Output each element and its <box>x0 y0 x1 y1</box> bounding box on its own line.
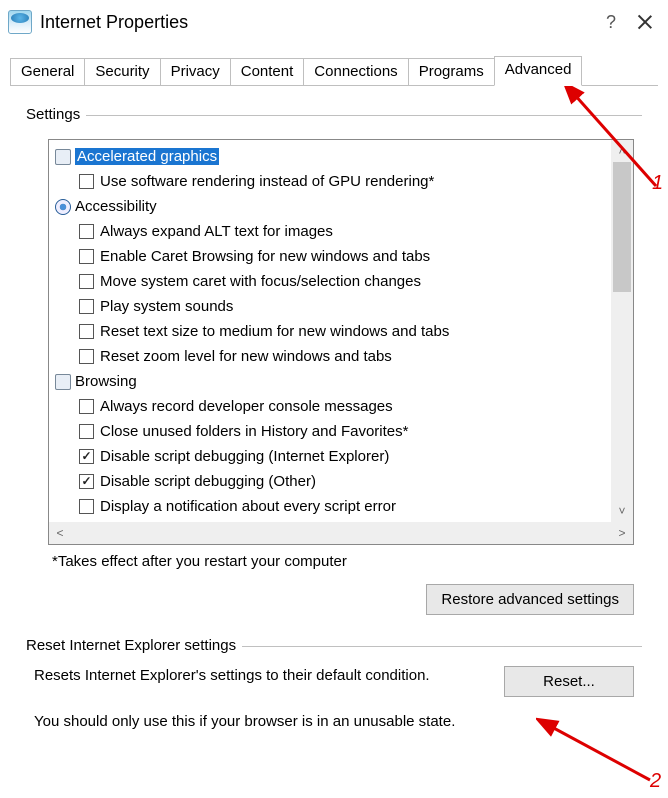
tree-item-label: Display a notification about every scrip… <box>100 498 396 515</box>
checkbox[interactable] <box>79 299 94 314</box>
category-icon <box>55 374 71 390</box>
tree-item[interactable]: Display a notification about every scrip… <box>53 494 611 519</box>
tree-category-label: Accessibility <box>75 198 157 215</box>
checkbox[interactable] <box>79 174 94 189</box>
settings-tree: Accelerated graphics Use software renderi… <box>48 139 634 545</box>
advanced-panel: Settings Accelerated graphics Use softwar… <box>0 86 668 730</box>
tab-general[interactable]: General <box>10 58 85 86</box>
reset-group: Reset Internet Explorer settings Resets … <box>26 637 642 730</box>
tab-strip: General Security Privacy Content Connect… <box>10 58 658 86</box>
tree-category[interactable]: Accelerated graphics <box>53 144 611 169</box>
vertical-scrollbar[interactable]: ˄ ˅ <box>611 140 633 522</box>
tree-item-label: Move system caret with focus/selection c… <box>100 273 421 290</box>
settings-group-label: Settings <box>26 106 86 123</box>
group-divider <box>86 115 642 116</box>
tree-item[interactable]: Always expand ALT text for images <box>53 219 611 244</box>
tab-privacy[interactable]: Privacy <box>160 58 231 86</box>
tab-connections[interactable]: Connections <box>303 58 408 86</box>
checkbox[interactable] <box>79 349 94 364</box>
checkbox[interactable] <box>79 224 94 239</box>
tree-category[interactable]: Browsing <box>53 369 611 394</box>
scroll-right-icon[interactable]: > <box>611 526 633 540</box>
close-button[interactable] <box>638 15 652 29</box>
tree-category[interactable]: Accessibility <box>53 194 611 219</box>
tree-item[interactable]: Always record developer console messages <box>53 394 611 419</box>
tree-category-label: Browsing <box>75 373 137 390</box>
tree-item[interactable]: Reset zoom level for new windows and tab… <box>53 344 611 369</box>
tree-item-label: Enable Caret Browsing for new windows an… <box>100 248 430 265</box>
tree-item[interactable]: Enable Caret Browsing for new windows an… <box>53 244 611 269</box>
checkbox[interactable] <box>79 424 94 439</box>
tab-security[interactable]: Security <box>84 58 160 86</box>
tree-item[interactable]: Disable script debugging (Other) <box>53 469 611 494</box>
help-button[interactable]: ? <box>606 12 616 33</box>
settings-group: Settings Accelerated graphics Use softwar… <box>26 106 642 615</box>
checkbox[interactable] <box>79 274 94 289</box>
window-title: Internet Properties <box>40 12 606 33</box>
annotation-label-2: 2 <box>650 770 661 793</box>
checkbox[interactable] <box>79 324 94 339</box>
checkbox[interactable] <box>79 474 94 489</box>
tree-item[interactable]: Disable script debugging (Internet Explo… <box>53 444 611 469</box>
checkbox[interactable] <box>79 249 94 264</box>
tab-content[interactable]: Content <box>230 58 305 86</box>
checkbox[interactable] <box>79 449 94 464</box>
restart-footnote: *Takes effect after you restart your com… <box>52 553 642 570</box>
reset-button[interactable]: Reset... <box>504 666 634 697</box>
internet-options-icon <box>8 10 32 34</box>
tree-item-label: Use software rendering instead of GPU re… <box>100 173 434 190</box>
tree-item-label: Always expand ALT text for images <box>100 223 333 240</box>
group-divider <box>242 646 642 647</box>
reset-description: Resets Internet Explorer's settings to t… <box>34 666 486 686</box>
settings-tree-list[interactable]: Accelerated graphics Use software renderi… <box>49 140 611 522</box>
tree-item-label: Close unused folders in History and Favo… <box>100 423 408 440</box>
tree-item[interactable]: Play system sounds <box>53 294 611 319</box>
tree-item[interactable]: Reset text size to medium for new window… <box>53 319 611 344</box>
horizontal-scrollbar[interactable]: < > <box>49 522 633 544</box>
title-bar: Internet Properties ? <box>0 0 668 44</box>
scroll-left-icon[interactable]: < <box>49 526 71 540</box>
tree-item-label: Disable script debugging (Internet Explo… <box>100 448 389 465</box>
checkbox[interactable] <box>79 399 94 414</box>
checkbox[interactable] <box>79 499 94 514</box>
annotation-label-1: 1 <box>652 172 663 195</box>
tree-category-label: Accelerated graphics <box>75 148 219 165</box>
tree-item[interactable]: Close unused folders in History and Favo… <box>53 419 611 444</box>
tree-item-label: Always record developer console messages <box>100 398 393 415</box>
reset-group-label: Reset Internet Explorer settings <box>26 637 242 654</box>
tree-item-label: Disable script debugging (Other) <box>100 473 316 490</box>
tree-item-label: Reset zoom level for new windows and tab… <box>100 348 392 365</box>
tree-item-label: Reset text size to medium for new window… <box>100 323 449 340</box>
accessibility-icon <box>55 199 71 215</box>
category-icon <box>55 149 71 165</box>
restore-advanced-button[interactable]: Restore advanced settings <box>426 584 634 615</box>
tree-item[interactable]: Move system caret with focus/selection c… <box>53 269 611 294</box>
scroll-up-icon[interactable]: ˄ <box>611 140 633 162</box>
tab-programs[interactable]: Programs <box>408 58 495 86</box>
tab-advanced[interactable]: Advanced <box>494 56 583 86</box>
scroll-thumb[interactable] <box>613 162 631 292</box>
reset-warning: You should only use this if your browser… <box>34 713 634 730</box>
tree-item-label: Play system sounds <box>100 298 233 315</box>
scroll-down-icon[interactable]: ˅ <box>611 500 633 522</box>
tree-item[interactable]: Use software rendering instead of GPU re… <box>53 169 611 194</box>
